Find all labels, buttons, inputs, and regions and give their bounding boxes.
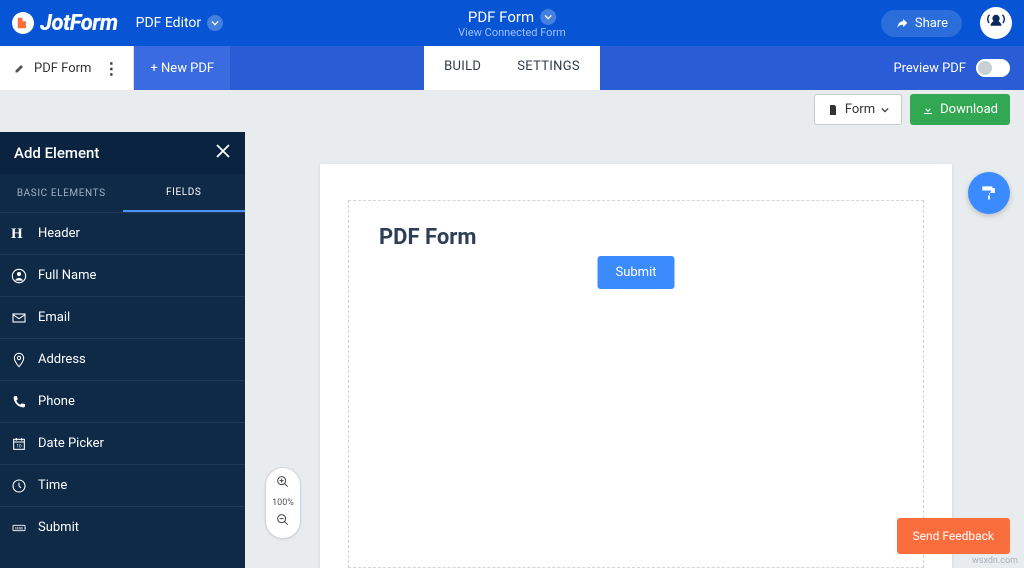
field-phone[interactable]: Phone <box>0 380 245 422</box>
field-header[interactable]: H Header <box>0 212 245 254</box>
send-icon: SEND <box>0 520 38 536</box>
field-address[interactable]: Address <box>0 338 245 380</box>
send-feedback-button[interactable]: Send Feedback <box>897 518 1011 554</box>
tab-settings[interactable]: SETTINGS <box>499 46 598 87</box>
editor-label-text: PDF Editor <box>136 15 202 31</box>
design-fab[interactable] <box>968 172 1010 214</box>
download-label: Download <box>940 102 998 117</box>
field-label: Phone <box>38 394 75 409</box>
mail-icon <box>0 310 38 326</box>
document-title-text: PDF Form <box>468 8 534 26</box>
brand-text: JotForm <box>40 11 118 36</box>
field-label: Time <box>38 478 67 493</box>
field-label: Submit <box>38 520 79 535</box>
svg-text:10: 10 <box>16 443 22 449</box>
field-email[interactable]: Email <box>0 296 245 338</box>
calendar-icon: 10 <box>0 436 38 452</box>
form-submit-button[interactable]: Submit <box>598 256 675 289</box>
paint-roller-icon <box>979 183 999 203</box>
field-fullname[interactable]: Full Name <box>0 254 245 296</box>
download-icon <box>922 104 934 116</box>
zoom-in-button[interactable] <box>275 474 291 494</box>
form-button-label: Form <box>845 102 875 117</box>
form-title[interactable]: PDF Form <box>379 225 893 250</box>
action-row: Form Download <box>814 94 1010 125</box>
brand-logo[interactable]: JotForm <box>12 11 118 36</box>
kebab-icon[interactable]: ⋮ <box>99 59 123 78</box>
top-nav: JotForm PDF Editor PDF Form View Connect… <box>0 0 1024 46</box>
document-tab[interactable]: PDF Form ⋮ <box>0 46 134 90</box>
preview-toggle-area: Preview PDF <box>893 59 1024 77</box>
pdf-page[interactable]: PDF Form Submit <box>320 164 952 568</box>
panel-tab-fields[interactable]: FIELDS <box>123 174 246 212</box>
user-avatar[interactable] <box>980 7 1012 39</box>
form-dropdown-button[interactable]: Form <box>814 94 902 125</box>
clock-icon <box>0 478 38 494</box>
share-icon <box>895 16 909 30</box>
document-title[interactable]: PDF Form <box>458 8 566 26</box>
zoom-controls: 100% <box>265 467 301 539</box>
page-content: PDF Form Submit <box>348 200 924 568</box>
zoom-out-button[interactable] <box>275 512 291 532</box>
topbar-right: Share <box>881 7 1012 39</box>
share-label: Share <box>915 16 948 31</box>
panel-header: Add Element <box>0 132 245 174</box>
chevron-down-icon <box>881 106 889 114</box>
avatar-icon <box>985 12 1007 34</box>
edit-icon <box>14 62 26 74</box>
svg-text:SEND: SEND <box>15 526 23 530</box>
preview-label: Preview PDF <box>893 61 966 76</box>
download-button[interactable]: Download <box>910 94 1010 125</box>
editor-dropdown[interactable]: PDF Editor <box>136 15 224 31</box>
share-button[interactable]: Share <box>881 10 962 37</box>
field-time[interactable]: Time <box>0 464 245 506</box>
preview-toggle[interactable] <box>976 59 1010 77</box>
new-pdf-button[interactable]: + New PDF <box>134 46 230 90</box>
document-tab-label: PDF Form <box>34 61 91 76</box>
tab-build[interactable]: BUILD <box>426 46 499 87</box>
panel-tabs: BASIC ELEMENTS FIELDS <box>0 174 245 212</box>
document-title-area: PDF Form View Connected Form <box>458 8 566 39</box>
document-icon <box>827 104 839 116</box>
pin-icon <box>0 352 38 368</box>
panel-tab-basic[interactable]: BASIC ELEMENTS <box>0 174 123 212</box>
field-label: Full Name <box>38 268 96 283</box>
phone-icon <box>0 394 38 410</box>
panel-title: Add Element <box>14 144 99 162</box>
field-list: H Header Full Name Email Address Phone 1… <box>0 212 245 548</box>
toolbar: PDF Form ⋮ + New PDF BUILD SETTINGS PUBL… <box>0 46 1024 90</box>
header-icon: H <box>0 226 38 242</box>
view-connected-link[interactable]: View Connected Form <box>458 26 566 39</box>
logo-mark-icon <box>12 12 34 34</box>
chevron-down-icon <box>207 15 223 31</box>
zoom-percent: 100% <box>272 498 294 508</box>
field-label: Header <box>38 226 80 241</box>
add-element-panel: Add Element BASIC ELEMENTS FIELDS H Head… <box>0 132 245 568</box>
watermark: wsxdn.com <box>972 556 1018 566</box>
field-label: Date Picker <box>38 436 104 451</box>
field-submit[interactable]: SEND Submit <box>0 506 245 548</box>
chevron-down-icon <box>540 9 556 25</box>
field-label: Email <box>38 310 70 325</box>
field-datepicker[interactable]: 10 Date Picker <box>0 422 245 464</box>
field-label: Address <box>38 352 86 367</box>
user-icon <box>0 268 38 284</box>
close-icon[interactable] <box>215 143 231 163</box>
